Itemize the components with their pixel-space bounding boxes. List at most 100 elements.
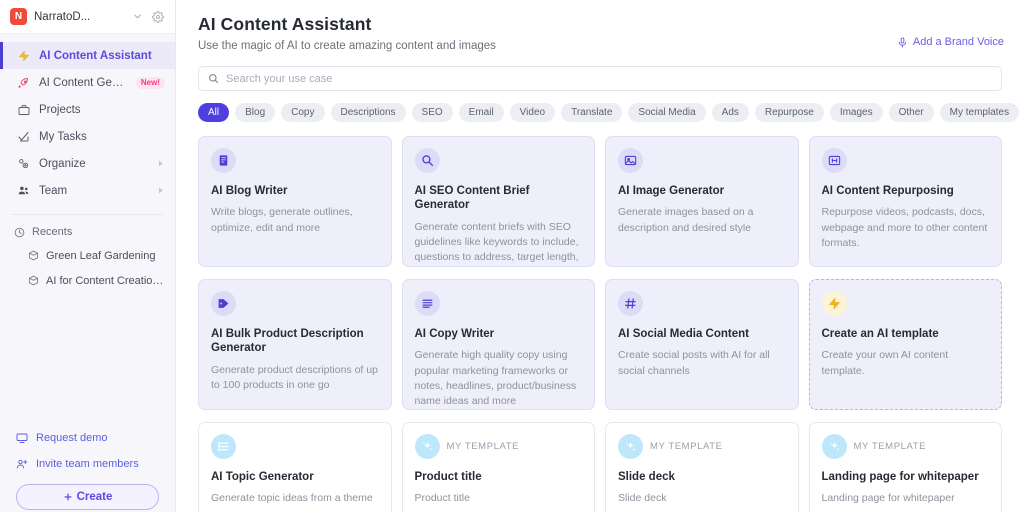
use-case-card[interactable]: AI Content Repurposing Repurpose videos, … [808,136,1002,267]
recent-item-label: AI for Content Creation... [46,274,165,287]
sidebar-item-label: My Tasks [39,130,87,143]
use-case-card[interactable]: AI Bulk Product Description Generator Gen… [198,279,392,410]
filter-chip-video[interactable]: Video [509,103,556,122]
use-case-card-description: Slide deck [618,492,667,505]
check-icon [16,129,31,144]
recents-label: Recents [32,226,73,238]
page-title: AI Content Assistant [198,14,372,34]
use-case-card[interactable]: MY TEMPLATE Slide deck Slide deck [605,422,799,512]
clock-icon [14,227,25,238]
filter-chip-label: Descriptions [340,107,396,118]
filter-chip-images[interactable]: Images [829,103,883,122]
template-badge-label: MY TEMPLATE [650,441,723,452]
use-case-card[interactable]: AI Topic Generator Generate topic ideas f… [198,422,392,512]
page-subtitle: Use the magic of AI to create amazing co… [198,40,496,52]
workspace-switcher[interactable]: N NarratoD... [0,0,175,34]
use-case-card[interactable]: AI Copy Writer Generate high quality copy… [401,279,595,410]
monitor-icon [16,432,28,444]
filter-chip-repurpose[interactable]: Repurpose [754,103,824,122]
filter-chip-other[interactable]: Other [888,103,934,122]
use-case-card[interactable]: MY TEMPLATE Landing page for whitepaper La… [808,422,1002,512]
filter-chip-label: SEO [421,107,443,118]
use-case-card[interactable]: AI Image Generator Generate images based … [605,136,799,267]
use-case-card-title: AI Image Generator [618,185,725,197]
recent-item-label: Green Leaf Gardening [46,249,156,262]
hash-icon [618,291,643,316]
sidebar-item-team[interactable]: Team [0,177,175,204]
use-case-card-description: Product title [414,492,470,505]
filter-chip-descriptions[interactable]: Descriptions [330,103,406,122]
use-case-card-title: Landing page for whitepaper [821,471,979,483]
filter-chip-copy[interactable]: Copy [281,103,325,122]
recents-section-header: Recents [0,221,175,243]
filter-chip-translate[interactable]: Translate [561,103,623,122]
chevron-right-icon[interactable] [156,186,165,195]
recent-item-ai-for-content-creation[interactable]: AI for Content Creation... [0,268,175,293]
use-case-card-title: AI SEO Content Brief Generator [414,185,530,212]
use-case-card-title: AI Content Repurposing [821,185,954,197]
use-case-card-description: Generate images based on a description a… [618,206,754,234]
filter-chip-blog[interactable]: Blog [235,103,276,122]
template-header: MY TEMPLATE [821,434,990,459]
use-case-card[interactable]: MY TEMPLATE Product title Product title [401,422,595,512]
bolt-gold-icon [821,291,847,316]
chevron-right-icon[interactable] [156,159,165,168]
rocket-icon [16,75,31,90]
add-brand-voice-button[interactable]: Add a Brand Voice [897,36,1004,48]
recent-item-green-leaf-gardening[interactable]: Green Leaf Gardening [0,243,175,268]
search-box[interactable] [198,66,1002,91]
sidebar-item-ai-content-genie[interactable]: AI Content Genie New! [0,69,175,96]
use-case-card-title: Product title [414,471,482,483]
sidebar-item-label: Projects [39,103,81,116]
filter-chip-seo[interactable]: SEO [411,103,453,122]
tag-icon [211,291,236,316]
main-content: AI Content Assistant Use the magic of AI… [176,0,1024,512]
use-case-card-title: AI Copy Writer [414,328,495,340]
sparkle-icon [821,434,847,459]
filter-chip-all[interactable]: All [198,103,230,122]
image-icon [618,148,643,173]
microphone-icon [897,36,908,48]
gear-icon[interactable] [151,10,165,24]
page-header: AI Content Assistant Use the magic of AI… [176,0,1024,52]
book-icon [211,148,236,173]
request-demo-button[interactable]: Request demo [0,425,175,451]
sidebar-item-my-tasks[interactable]: My Tasks [0,123,175,150]
use-case-card[interactable]: AI SEO Content Brief Generator Generate c… [401,136,595,267]
sparkle-icon [414,434,440,459]
use-case-card[interactable]: Create an AI template Create your own AI … [808,279,1002,410]
box-icon [28,250,39,261]
use-case-card-description: Generate product descriptions of up to 1… [211,363,378,391]
sparkle-icon [618,434,643,459]
filter-chip-ads[interactable]: Ads [711,103,749,122]
sidebar-item-organize[interactable]: Organize [0,150,175,177]
use-case-card-description: Generate topic ideas from a theme [211,492,373,505]
filter-chip-label: Blog [245,107,266,118]
use-case-card[interactable]: AI Social Media Content Create social pos… [605,279,799,410]
template-badge-label: MY TEMPLATE [446,441,520,452]
filter-chip-label: Social Media [638,107,696,118]
filter-chip-label: Ads [721,107,739,118]
sidebar-footer: Request demo Invite team members Create [0,425,175,512]
filter-chip-label: All [208,107,220,118]
use-case-card-description: Repurpose videos, podcasts, docs, webpag… [821,206,988,249]
filter-chip-label: Repurpose [764,107,814,118]
chevron-down-icon[interactable] [130,10,144,24]
sidebar-item-ai-content-assistant[interactable]: AI Content Assistant [0,42,175,69]
search-input[interactable] [226,72,992,85]
use-case-grid: AI Blog Writer Write blogs, generate outl… [198,136,1002,512]
filter-chip-my-templates[interactable]: My templates [939,103,1020,122]
filter-chip-email[interactable]: Email [458,103,504,122]
template-header: MY TEMPLATE [618,434,786,459]
invite-team-members-label: Invite team members [36,458,139,470]
invite-team-members-button[interactable]: Invite team members [0,451,175,477]
use-case-card[interactable]: AI Blog Writer Write blogs, generate outl… [198,136,392,267]
sidebar-divider [12,214,163,215]
search-section [198,66,1002,91]
lines-icon [414,291,440,316]
filter-chip-label: Video [519,107,546,118]
sidebar-item-projects[interactable]: Projects [0,96,175,123]
filter-chip-social-media[interactable]: Social Media [628,103,706,122]
create-button[interactable]: Create [16,484,159,510]
filter-chip-label: Email [468,107,494,118]
